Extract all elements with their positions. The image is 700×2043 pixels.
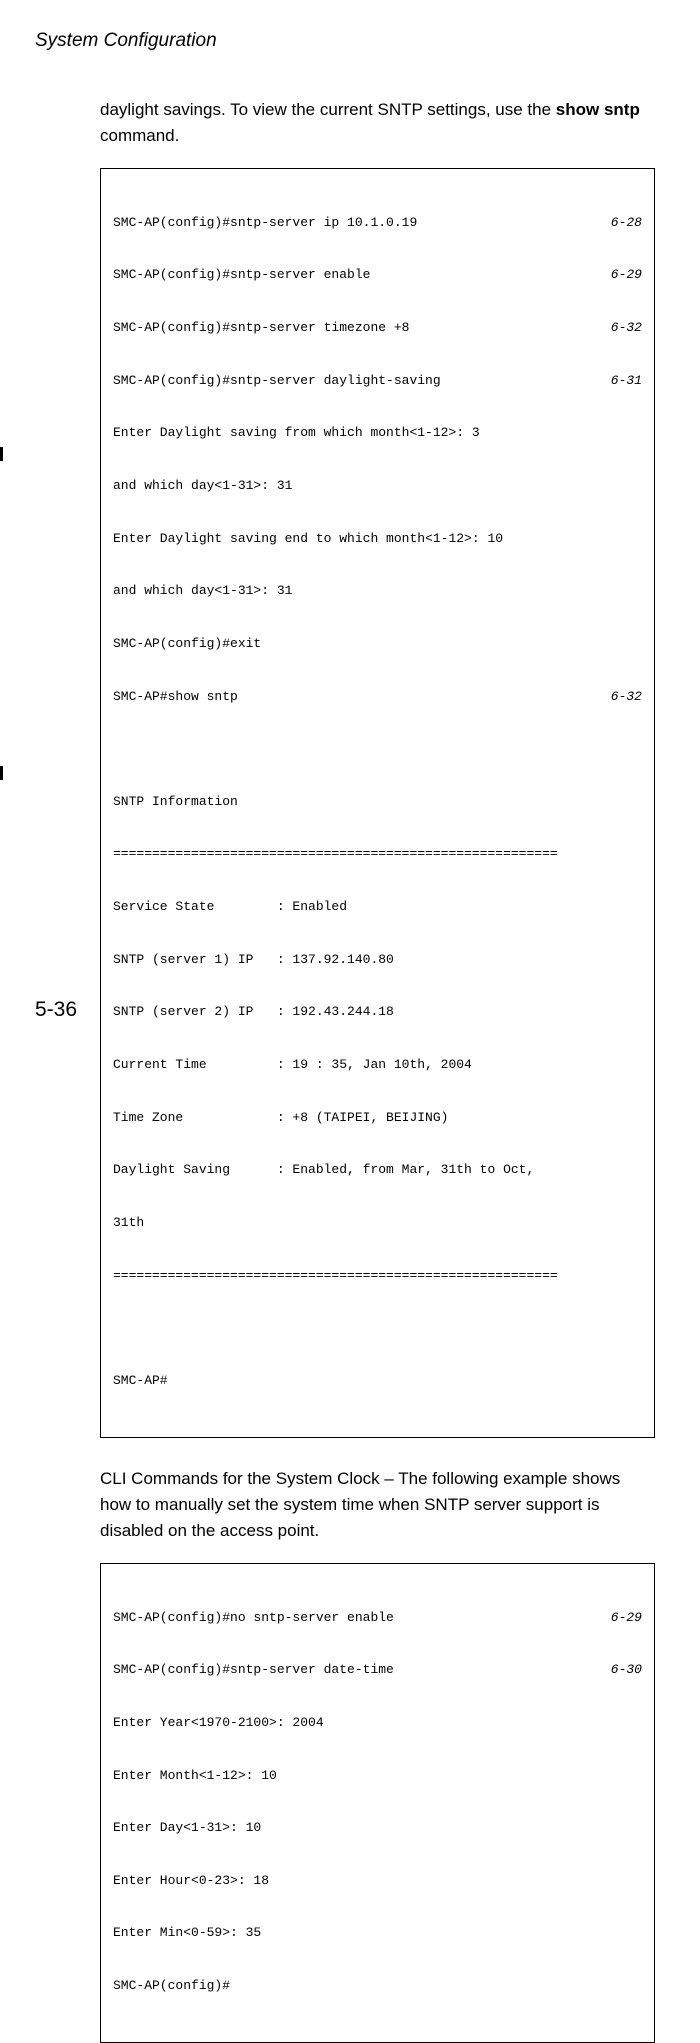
code-line: Enter Hour<0-23>: 18: [113, 1872, 642, 1890]
code-text: SMC-AP(config)#sntp-server daylight-savi…: [113, 372, 441, 390]
code-line: SNTP (server 2) IP : 192.43.244.18: [113, 1003, 642, 1021]
code-line: [113, 1319, 642, 1337]
code-block-clock: SMC-AP(config)#no sntp-server enable 6-29…: [100, 1563, 655, 2043]
code-line: Enter Year<1970-2100>: 2004: [113, 1714, 642, 1732]
code-line: [113, 740, 642, 758]
code-xref: 6-28: [596, 214, 642, 232]
code-line: 31th: [113, 1214, 642, 1232]
change-bar: [0, 766, 3, 780]
para-text: command.: [100, 126, 179, 145]
code-line: SMC-AP(config)#sntp-server daylight-savi…: [113, 372, 642, 390]
code-line: Service State : Enabled: [113, 898, 642, 916]
code-line: SNTP Information: [113, 793, 642, 811]
code-xref: 6-29: [596, 1609, 642, 1627]
page-number: 5-36: [35, 998, 77, 1022]
code-line: SNTP (server 1) IP : 137.92.140.80: [113, 951, 642, 969]
code-line: SMC-AP#show sntp 6-32: [113, 688, 642, 706]
code-block-sntp: SMC-AP(config)#sntp-server ip 10.1.0.19 6…: [100, 168, 655, 1438]
section-header: System Configuration: [35, 30, 655, 52]
code-line: and which day<1-31>: 31: [113, 582, 642, 600]
command-name: show sntp: [556, 100, 640, 119]
code-line: SMC-AP(config)#sntp-server enable 6-29: [113, 266, 642, 284]
code-text: SMC-AP(config)#sntp-server date-time: [113, 1661, 394, 1679]
code-line: SMC-AP(config)#sntp-server timezone +8 6-…: [113, 319, 642, 337]
code-line: ========================================…: [113, 845, 642, 863]
code-xref: 6-32: [596, 319, 642, 337]
code-xref: 6-31: [596, 372, 642, 390]
code-line: Enter Daylight saving end to which month…: [113, 530, 642, 548]
code-text: SMC-AP(config)#no sntp-server enable: [113, 1609, 394, 1627]
code-text: SMC-AP#show sntp: [113, 688, 238, 706]
code-line: SMC-AP(config)#: [113, 1977, 642, 1995]
code-line: and which day<1-31>: 31: [113, 477, 642, 495]
code-xref: 6-32: [596, 688, 642, 706]
code-line: ========================================…: [113, 1267, 642, 1285]
code-line: Time Zone : +8 (TAIPEI, BEIJING): [113, 1109, 642, 1127]
intro-paragraph: daylight savings. To view the current SN…: [100, 97, 655, 150]
code-text: SMC-AP(config)#sntp-server ip 10.1.0.19: [113, 214, 417, 232]
code-line: Current Time : 19 : 35, Jan 10th, 2004: [113, 1056, 642, 1074]
code-line: SMC-AP(config)#sntp-server ip 10.1.0.19 6…: [113, 214, 642, 232]
page-content: daylight savings. To view the current SN…: [100, 97, 655, 2043]
code-line: Daylight Saving : Enabled, from Mar, 31t…: [113, 1161, 642, 1179]
code-line: Enter Day<1-31>: 10: [113, 1819, 642, 1837]
code-line: SMC-AP(config)#exit: [113, 635, 642, 653]
code-line: SMC-AP#: [113, 1372, 642, 1390]
code-line: Enter Min<0-59>: 35: [113, 1924, 642, 1942]
code-text: SMC-AP(config)#sntp-server timezone +8: [113, 319, 409, 337]
code-line: Enter Month<1-12>: 10: [113, 1767, 642, 1785]
code-xref: 6-29: [596, 266, 642, 284]
cli-paragraph: CLI Commands for the System Clock – The …: [100, 1466, 655, 1545]
code-line: SMC-AP(config)#sntp-server date-time 6-30: [113, 1661, 642, 1679]
code-line: SMC-AP(config)#no sntp-server enable 6-29: [113, 1609, 642, 1627]
change-bar: [0, 447, 3, 461]
code-xref: 6-30: [596, 1661, 642, 1679]
para-text: daylight savings. To view the current SN…: [100, 100, 556, 119]
code-text: SMC-AP(config)#sntp-server enable: [113, 266, 370, 284]
code-line: Enter Daylight saving from which month<1…: [113, 424, 642, 442]
